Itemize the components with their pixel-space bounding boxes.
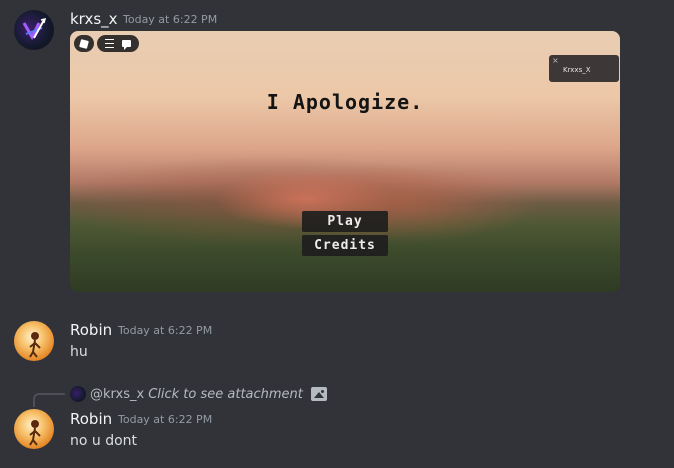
player-list-panel: × Krxxs_X xyxy=(549,55,619,82)
user-avatar-robin[interactable] xyxy=(14,321,54,361)
game-credits-button: Credits xyxy=(302,235,388,256)
user-avatar-robin[interactable] xyxy=(14,409,54,449)
message-text: hu xyxy=(70,344,88,360)
image-icon xyxy=(310,387,327,401)
reply-mention[interactable]: @krxs_x xyxy=(90,387,144,402)
game-screenshot-attachment[interactable]: × Krxxs_X I Apologize. Play Credits xyxy=(70,31,620,292)
reply-spine xyxy=(33,393,65,407)
reply-reference[interactable]: @krxs_x Click to see attachment xyxy=(70,385,327,403)
chat-icon xyxy=(122,40,131,50)
username[interactable]: Robin xyxy=(70,321,112,339)
username[interactable]: Robin xyxy=(70,410,112,428)
reply-preview-text[interactable]: Click to see attachment xyxy=(148,387,303,402)
game-toolbar-pill xyxy=(97,35,139,52)
reply-avatar xyxy=(70,386,86,402)
avatar-art xyxy=(29,420,41,446)
avatar-art xyxy=(22,17,47,41)
username[interactable]: krxs_x xyxy=(70,10,118,28)
game-topbar xyxy=(74,35,139,52)
game-play-button: Play xyxy=(302,211,388,232)
avatar-art xyxy=(29,332,41,358)
timestamp[interactable]: Today at 6:22 PM xyxy=(123,13,217,26)
game-title: I Apologize. xyxy=(266,90,424,114)
menu-icon xyxy=(105,39,114,48)
roblox-menu-button xyxy=(74,35,94,52)
timestamp[interactable]: Today at 6:22 PM xyxy=(118,324,212,337)
message-text: no u dont xyxy=(70,433,138,449)
user-avatar-krxs[interactable] xyxy=(14,10,54,50)
close-icon: × xyxy=(552,56,559,65)
timestamp[interactable]: Today at 6:22 PM xyxy=(118,413,212,426)
roblox-logo-icon xyxy=(79,38,89,49)
player-name: Krxxs_X xyxy=(563,66,591,74)
